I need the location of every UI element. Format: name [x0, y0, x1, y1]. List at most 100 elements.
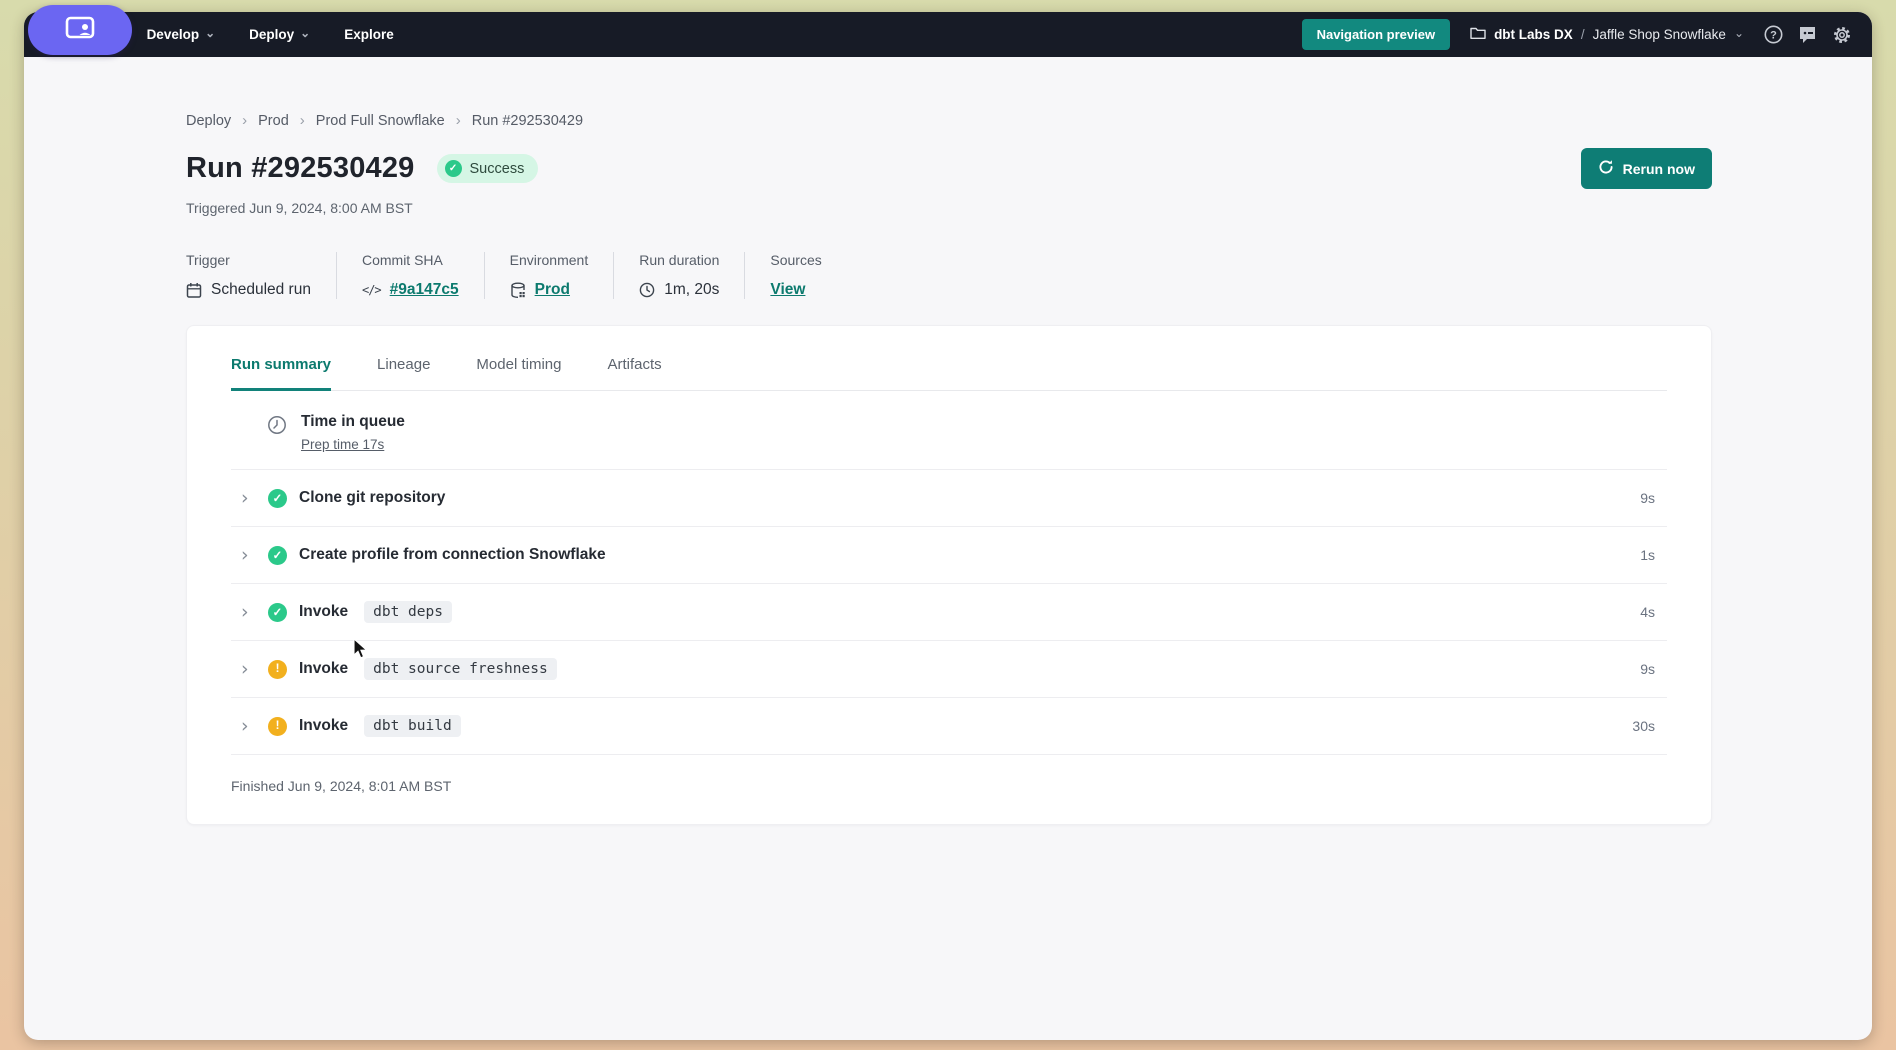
chevron-down-icon: ⌄: [205, 28, 215, 38]
help-icon[interactable]: ?: [1764, 25, 1783, 44]
chevron-down-icon: ⌄: [300, 28, 310, 38]
success-icon: ✓: [268, 489, 287, 508]
meta-run-duration: Run duration 1m, 20s: [613, 252, 744, 299]
nav-item-label: Deploy: [249, 27, 294, 42]
breadcrumb-separator: ›: [456, 112, 461, 129]
meta-label: Trigger: [186, 252, 311, 268]
finished-timestamp: Finished Jun 9, 2024, 8:01 AM BST: [231, 755, 1667, 818]
presenter-badge[interactable]: [28, 5, 132, 55]
tab-artifacts[interactable]: Artifacts: [607, 356, 661, 391]
nav-right: Navigation preview dbt Labs DX / Jaffle …: [1302, 19, 1852, 50]
clock-icon: [639, 282, 655, 298]
nav-menu: Develop ⌄ Deploy ⌄ Explore: [147, 27, 394, 42]
commit-sha-link[interactable]: #9a147c5: [390, 281, 459, 299]
breadcrumb-item-prod[interactable]: Prod: [258, 113, 289, 129]
tab-model-timing[interactable]: Model timing: [476, 356, 561, 391]
warning-icon: !: [268, 717, 287, 736]
meta-trigger: Trigger Scheduled run: [186, 252, 336, 299]
step-row-clone-git[interactable]: › ✓ Clone git repository 9s: [231, 470, 1667, 527]
tab-lineage[interactable]: Lineage: [377, 356, 430, 391]
svg-text:?: ?: [1770, 30, 1777, 42]
meta-label: Commit SHA: [362, 252, 459, 268]
step-command: dbt source freshness: [364, 658, 557, 680]
step-label: Invoke: [299, 717, 348, 735]
warning-icon: !: [268, 660, 287, 679]
top-nav: dbt Develop ⌄ Deploy ⌄ Explore Navigatio…: [24, 12, 1872, 57]
page-content: Deploy › Prod › Prod Full Snowflake › Ru…: [24, 57, 1872, 825]
calendar-icon: [186, 282, 202, 299]
breadcrumb-separator: ›: [300, 112, 305, 129]
meta-commit-sha: Commit SHA </> #9a147c5: [336, 252, 484, 299]
step-duration: 9s: [1640, 490, 1655, 506]
breadcrumb: Deploy › Prod › Prod Full Snowflake › Ru…: [186, 112, 1712, 129]
step-duration: 4s: [1640, 604, 1655, 620]
breadcrumb-separator: ›: [242, 112, 247, 129]
meta-environment: Environment Prod: [484, 252, 614, 299]
chevron-right-icon[interactable]: ›: [241, 660, 256, 679]
breadcrumb-item-job[interactable]: Prod Full Snowflake: [316, 113, 445, 129]
account-switcher[interactable]: dbt Labs DX / Jaffle Shop Snowflake ⌄: [1470, 26, 1744, 43]
account-name: dbt Labs DX: [1494, 27, 1573, 42]
success-icon: ✓: [268, 603, 287, 622]
step-row-dbt-build[interactable]: › ! Invoke dbt build 30s: [231, 698, 1667, 755]
page-header: Run #292530429 ✓ Success Rerun now: [186, 148, 1712, 189]
status-label: Success: [470, 161, 525, 177]
chevron-right-icon[interactable]: ›: [241, 546, 256, 565]
folder-icon: [1470, 26, 1486, 43]
run-summary-card: Run summary Lineage Model timing Artifac…: [186, 325, 1712, 825]
nav-item-explore[interactable]: Explore: [344, 27, 394, 42]
database-icon: [510, 282, 526, 299]
nav-item-deploy[interactable]: Deploy ⌄: [249, 27, 310, 42]
step-row-dbt-deps[interactable]: › ✓ Invoke dbt deps 4s: [231, 584, 1667, 641]
tab-bar: Run summary Lineage Model timing Artifac…: [231, 326, 1667, 391]
meta-label: Sources: [770, 252, 821, 268]
step-label: Invoke: [299, 660, 348, 678]
breadcrumb-item-run[interactable]: Run #292530429: [472, 113, 583, 129]
gear-icon[interactable]: [1832, 25, 1852, 45]
rerun-now-button[interactable]: Rerun now: [1581, 148, 1712, 189]
step-label: Create profile from connection Snowflake: [299, 546, 606, 564]
nav-item-label: Develop: [147, 27, 200, 42]
step-duration: 1s: [1640, 547, 1655, 563]
step-row-create-profile[interactable]: › ✓ Create profile from connection Snowf…: [231, 527, 1667, 584]
success-icon: ✓: [445, 160, 462, 177]
success-icon: ✓: [268, 546, 287, 565]
nav-icons: ?: [1764, 25, 1852, 45]
chevron-right-icon[interactable]: ›: [241, 489, 256, 508]
navigation-preview-button[interactable]: Navigation preview: [1302, 19, 1450, 50]
nav-item-develop[interactable]: Develop ⌄: [147, 27, 216, 42]
project-name: Jaffle Shop Snowflake: [1593, 27, 1726, 42]
run-duration-value: 1m, 20s: [664, 281, 719, 299]
meta-label: Run duration: [639, 252, 719, 268]
nav-item-label: Explore: [344, 27, 394, 42]
chevron-right-icon[interactable]: ›: [241, 603, 256, 622]
status-badge: ✓ Success: [437, 154, 539, 183]
chevron-down-icon: ⌄: [1734, 28, 1744, 38]
meta-sources: Sources View: [744, 252, 846, 299]
app-window: dbt Develop ⌄ Deploy ⌄ Explore Navigatio…: [24, 12, 1872, 1040]
step-label: Invoke: [299, 603, 348, 621]
trigger-value: Scheduled run: [211, 281, 311, 299]
queue-title: Time in queue: [301, 413, 405, 431]
environment-link[interactable]: Prod: [535, 281, 570, 299]
code-icon: </>: [362, 283, 381, 297]
tab-run-summary[interactable]: Run summary: [231, 356, 331, 391]
feedback-icon[interactable]: [1798, 25, 1817, 44]
chevron-right-icon[interactable]: ›: [241, 717, 256, 736]
step-row-source-freshness[interactable]: › ! Invoke dbt source freshness 9s: [231, 641, 1667, 698]
prep-time-link[interactable]: Prep time 17s: [301, 437, 384, 452]
rerun-icon: [1598, 159, 1614, 178]
step-command: dbt deps: [364, 601, 452, 623]
triggered-timestamp: Triggered Jun 9, 2024, 8:00 AM BST: [186, 200, 1712, 216]
rerun-label: Rerun now: [1623, 161, 1695, 177]
timer-icon: [267, 413, 287, 435]
breadcrumb-item-deploy[interactable]: Deploy: [186, 113, 231, 129]
path-separator: /: [1581, 27, 1585, 42]
step-duration: 9s: [1640, 661, 1655, 677]
meta-label: Environment: [510, 252, 589, 268]
step-duration: 30s: [1632, 718, 1655, 734]
screen-share-icon: [65, 16, 95, 45]
page-title: Run #292530429: [186, 152, 415, 185]
sources-view-link[interactable]: View: [770, 281, 805, 299]
run-metadata: Trigger Scheduled run Commit SHA: [186, 252, 1712, 299]
